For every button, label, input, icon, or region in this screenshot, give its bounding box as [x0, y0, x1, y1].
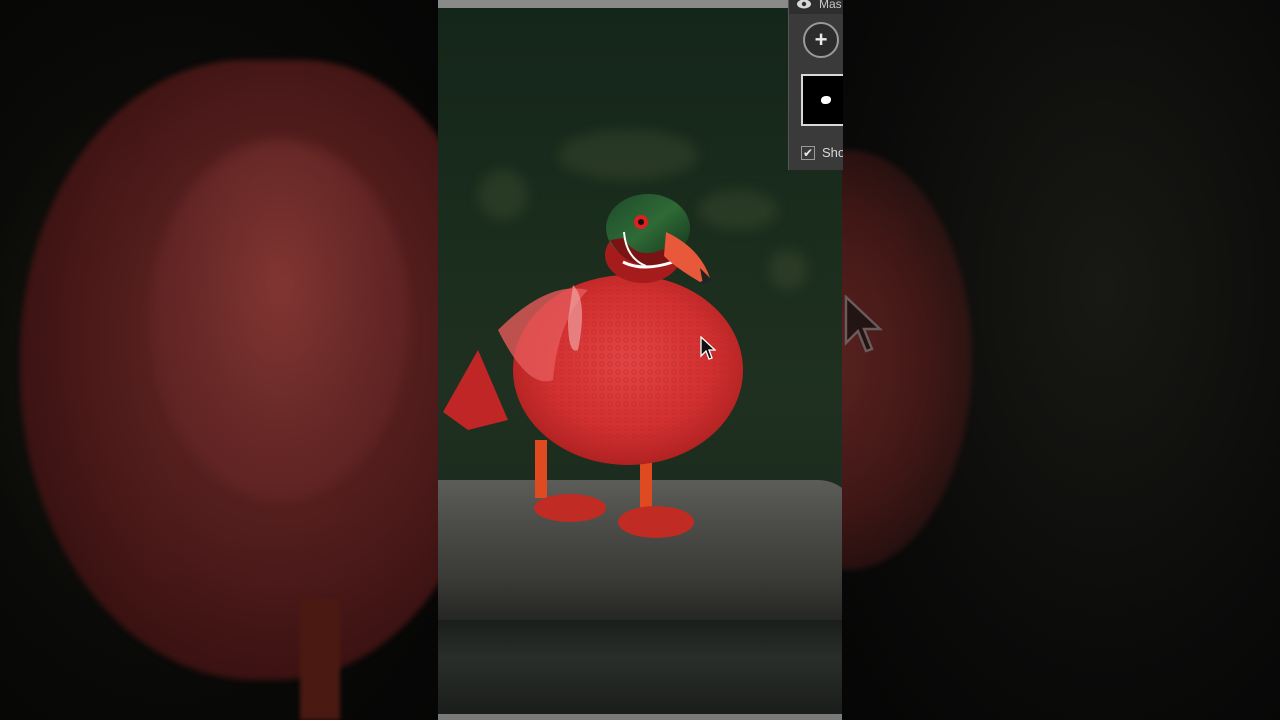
cursor-icon — [700, 336, 716, 360]
add-mask-button[interactable]: + — [803, 22, 839, 58]
mask-thumbnail[interactable] — [801, 74, 843, 126]
show-overlay-checkbox[interactable]: ✔ — [801, 146, 815, 160]
mask-panel-header: Mas — [789, 0, 843, 14]
eye-icon[interactable] — [795, 0, 813, 10]
mask-panel: Mas + ✔ Sho — [788, 0, 843, 170]
blurred-background-left — [0, 0, 438, 720]
blurred-duck-highlight — [150, 140, 410, 500]
red-duck — [443, 194, 743, 538]
mask-thumbnail-shape — [821, 96, 831, 104]
top-toolbar-strip — [438, 0, 842, 8]
blurred-duck-leg — [300, 600, 340, 720]
blurred-duck-body — [842, 150, 972, 570]
blurred-background-right — [842, 0, 1280, 720]
bottom-toolbar-strip — [438, 714, 842, 720]
show-overlay-label: Sho — [822, 145, 843, 160]
blurred-cursor-icon — [844, 295, 884, 353]
photo-canvas[interactable] — [438, 0, 842, 720]
mask-panel-title: Mas — [819, 0, 842, 11]
